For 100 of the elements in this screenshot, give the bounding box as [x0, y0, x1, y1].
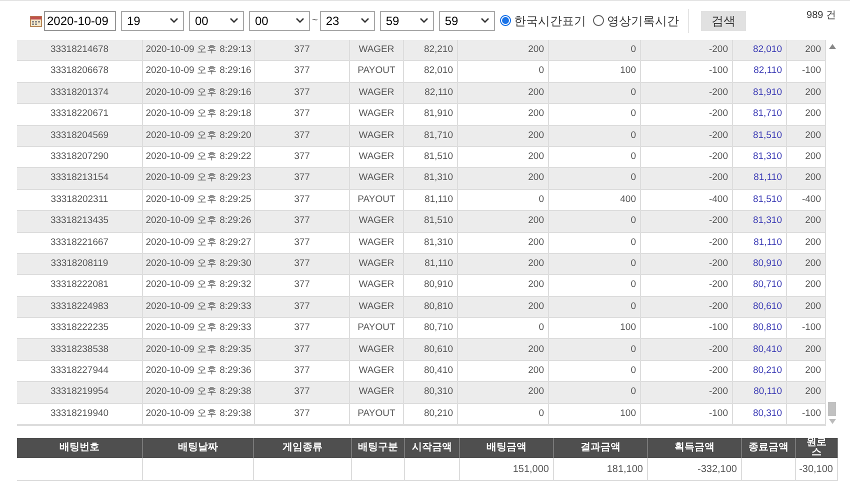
- table-cell: 0: [458, 190, 549, 210]
- table-cell: 0: [549, 382, 641, 403]
- search-button[interactable]: 검색: [700, 10, 746, 30]
- table-cell: 82,010: [733, 40, 787, 60]
- table-cell: 200: [458, 360, 549, 382]
- table-cell: 81,110: [733, 168, 787, 189]
- table-cell: 2020-10-09 오후 8:29:36: [143, 360, 255, 382]
- table-cell: 80,110: [733, 382, 787, 403]
- table-cell: 151,000: [460, 458, 554, 480]
- table-cell: 377: [255, 254, 350, 274]
- table-cell: 2020-10-09 오후 8:29:22: [143, 146, 255, 168]
- table-cell: -400: [641, 190, 733, 210]
- table-cell: 81,310: [733, 211, 787, 232]
- scroll-up-icon[interactable]: [828, 44, 836, 49]
- table-cell: 33318204569: [17, 126, 143, 146]
- radio-option[interactable]: 한국시간표기: [500, 12, 586, 30]
- table-cell: WAGER: [350, 146, 404, 168]
- table-cell: 2020-10-09 오후 8:29:23: [143, 168, 255, 189]
- table-cell: 33318219940: [17, 404, 143, 424]
- table-cell: WAGER: [350, 360, 404, 382]
- radio-button[interactable]: [592, 15, 604, 26]
- time-select[interactable]: 59: [438, 10, 495, 30]
- table-cell: 82,010: [404, 61, 458, 82]
- table-cell: PAYOUT: [350, 61, 404, 82]
- table-cell: WAGER: [350, 40, 404, 60]
- scroll-thumb[interactable]: [828, 402, 836, 416]
- table-cell: 80,810: [404, 296, 458, 318]
- table-cell: 81,910: [733, 82, 787, 104]
- table-cell: WAGER: [350, 126, 404, 146]
- table-cell: 0: [549, 211, 641, 232]
- table-cell: PAYOUT: [350, 318, 404, 338]
- table-cell: 377: [255, 232, 350, 253]
- time-select[interactable]: 59: [380, 10, 434, 30]
- table-cell: 33318224983: [17, 296, 143, 318]
- table-cell: 33318227944: [17, 360, 143, 382]
- table-cell: 2020-10-09 오후 8:29:38: [143, 404, 255, 424]
- table-cell: -100: [641, 318, 733, 338]
- caret-icon: [420, 18, 428, 23]
- table-cell: WAGER: [350, 232, 404, 253]
- table-cell: 2020-10-09 오후 8:29:38: [143, 382, 255, 403]
- column-header: 시작금액: [405, 438, 460, 458]
- table-cell: 200: [458, 275, 549, 296]
- table-cell: 0: [549, 296, 641, 318]
- table-cell: 80,610: [404, 339, 458, 360]
- table-cell: -200: [641, 232, 733, 253]
- table-cell: 0: [549, 126, 641, 146]
- table-cell: 377: [255, 382, 350, 403]
- table-cell: 2020-10-09 오후 8:29:18: [143, 104, 255, 125]
- caret-icon: [360, 18, 369, 23]
- table-cell: 80,310: [404, 382, 458, 403]
- scroll-down-icon[interactable]: [828, 419, 836, 424]
- table-cell: 0: [549, 360, 641, 382]
- table-cell: -200: [641, 275, 733, 296]
- table-cell: 200: [458, 126, 549, 146]
- table-cell: -200: [641, 360, 733, 382]
- table-cell: -332,100: [648, 458, 742, 480]
- time-select[interactable]: 23: [320, 10, 375, 30]
- caret-icon: [230, 18, 238, 23]
- table-cell: WAGER: [350, 296, 404, 318]
- table-cell: WAGER: [350, 211, 404, 232]
- time-select[interactable]: 00: [249, 10, 310, 30]
- table-cell: 200: [458, 254, 549, 274]
- table-cell: 2020-10-09 오후 8:29:26: [143, 211, 255, 232]
- table-cell: 0: [458, 318, 549, 338]
- table-cell: 33318202311: [17, 190, 143, 210]
- table-cell: -200: [641, 146, 733, 168]
- table-cell: 33318207290: [17, 146, 143, 168]
- radio-option[interactable]: 영상기록시간: [592, 12, 679, 30]
- table-cell: 80,810: [733, 318, 787, 338]
- table-cell: 2020-10-09 오후 8:29:20: [143, 126, 255, 146]
- table-cell: 81,310: [404, 232, 458, 253]
- table-cell: -100: [641, 61, 733, 82]
- table-cell: 33318201374: [17, 82, 143, 104]
- calendar-icon[interactable]: [30, 14, 42, 26]
- table-cell: 81,910: [404, 104, 458, 125]
- table-cell: 377: [255, 61, 350, 82]
- time-select[interactable]: 00: [189, 10, 244, 30]
- table-cell: 0: [549, 275, 641, 296]
- table-cell: 2020-10-09 오후 8:29:27: [143, 232, 255, 253]
- table-cell: -200: [641, 82, 733, 104]
- table-cell: 2020-10-09 오후 8:29:33: [143, 296, 255, 318]
- table-cell: 200: [458, 339, 549, 360]
- table-cell: WAGER: [350, 82, 404, 104]
- table-cell: 80,210: [733, 360, 787, 382]
- date-field[interactable]: 2020-10-09: [44, 10, 116, 30]
- table-cell: 80,310: [733, 404, 787, 424]
- table-cell: 0: [549, 254, 641, 274]
- result-count: 989 건: [806, 9, 836, 23]
- column-header: 획득금액: [648, 438, 742, 458]
- table-cell: 0: [549, 232, 641, 253]
- time-select[interactable]: 19: [121, 10, 184, 30]
- table-cell: 377: [255, 40, 350, 60]
- table-cell: WAGER: [350, 275, 404, 296]
- table-cell: 33318219954: [17, 382, 143, 403]
- table-cell: 2020-10-09 오후 8:29:35: [143, 339, 255, 360]
- table-cell: 81,710: [404, 126, 458, 146]
- radio-button[interactable]: [500, 15, 511, 26]
- table-cell: -200: [641, 339, 733, 360]
- table-cell: 0: [549, 104, 641, 125]
- table-cell: 33318208119: [17, 254, 143, 274]
